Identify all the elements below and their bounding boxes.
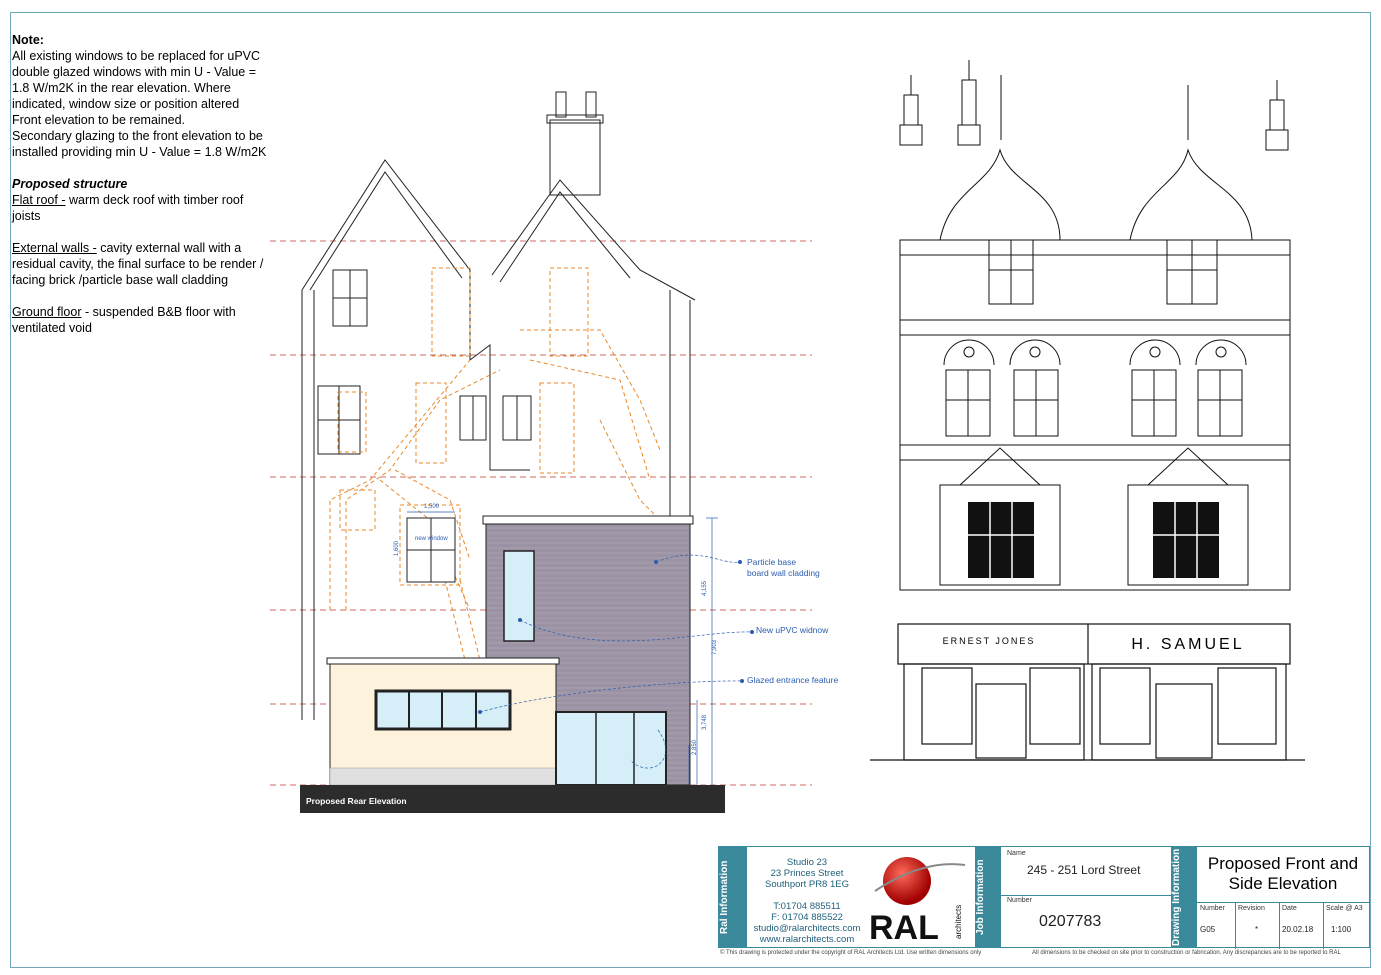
oriel-glazing [968,502,1219,578]
drawing-title: Proposed Front and Side Elevation [1197,847,1369,903]
shop-right-sign: H. SAMUEL [1131,636,1244,653]
rear-elevation-title: Proposed Rear Elevation [306,796,407,806]
address-block: Studio 23 23 Princes Street Southport PR… [749,857,865,945]
scale-label: Scale @ A3 [1326,905,1363,912]
address-line: 23 Princes Street [770,868,844,879]
name-label: Name [1007,850,1026,857]
revision-label: Revision [1238,905,1265,912]
dim-7903: 7,903 [712,639,718,655]
address-line: T:01704 885511 [773,901,841,912]
ral-information-band: Ral Information [719,847,747,947]
address-line: www.ralarchitects.com [759,934,855,945]
footer-copyright: © This drawing is protected under the co… [720,950,982,956]
title-block: Ral Information Studio 23 23 Princes Str… [718,846,1370,949]
dim-3748: 3,748 [702,714,708,730]
new-window-label: new window [415,536,448,542]
front-elevation [899,60,1291,591]
drawing-information-band: Drawing Information [1171,847,1197,947]
shop-left-sign: ERNEST JONES [943,636,1036,646]
number-label: Number [1007,897,1032,904]
job-number-cell: Number 0207783 [1001,895,1171,949]
number-value: 0207783 [1039,913,1102,930]
drw-number-value: G05 [1200,925,1216,934]
job-name-cell: Name 245 - 251 Lord Street [1001,847,1171,896]
drawing-meta: Number G05 Revision * Date 20.02.18 Scal… [1197,903,1369,949]
dim-width: 1,500 [424,504,440,510]
callout-glazed: Glazed entrance feature [747,675,838,685]
address-line: studio@ralarchitects.com [753,923,861,934]
callout-cladding: Particle base [747,557,796,567]
logo-sub: architects [954,905,963,939]
date-label: Date [1282,905,1297,912]
footer-disclaimer: All dimensions to be checked on site pri… [1032,950,1341,956]
address-line: Studio 23 [786,857,828,868]
dim-4155: 4,155 [702,580,708,596]
scale-value: 1:100 [1331,925,1352,934]
job-information-band: Job Information [975,847,1001,947]
logo-text: RAL [869,909,939,945]
ral-logo: RAL architects [865,851,969,947]
drw-number-label: Number [1200,905,1225,912]
address-line: F: 01704 885522 [771,912,843,923]
rear-existing-windows [317,269,532,455]
elevation-drawings: new window 1,500 1,600 Proposed Rear Ele… [270,60,1305,813]
revision-value: * [1255,925,1259,934]
callout-cladding-2: board wall cladding [747,568,820,578]
dim-2850: 2,850 [692,739,698,755]
callout-window: New uPVC widnow [756,625,829,635]
dim-height: 1,600 [394,540,400,556]
date-value: 20.02.18 [1282,925,1314,934]
name-value: 245 - 251 Lord Street [1027,863,1141,877]
new-window [406,517,456,583]
address-line: Southport PR8 1EG [765,879,849,890]
